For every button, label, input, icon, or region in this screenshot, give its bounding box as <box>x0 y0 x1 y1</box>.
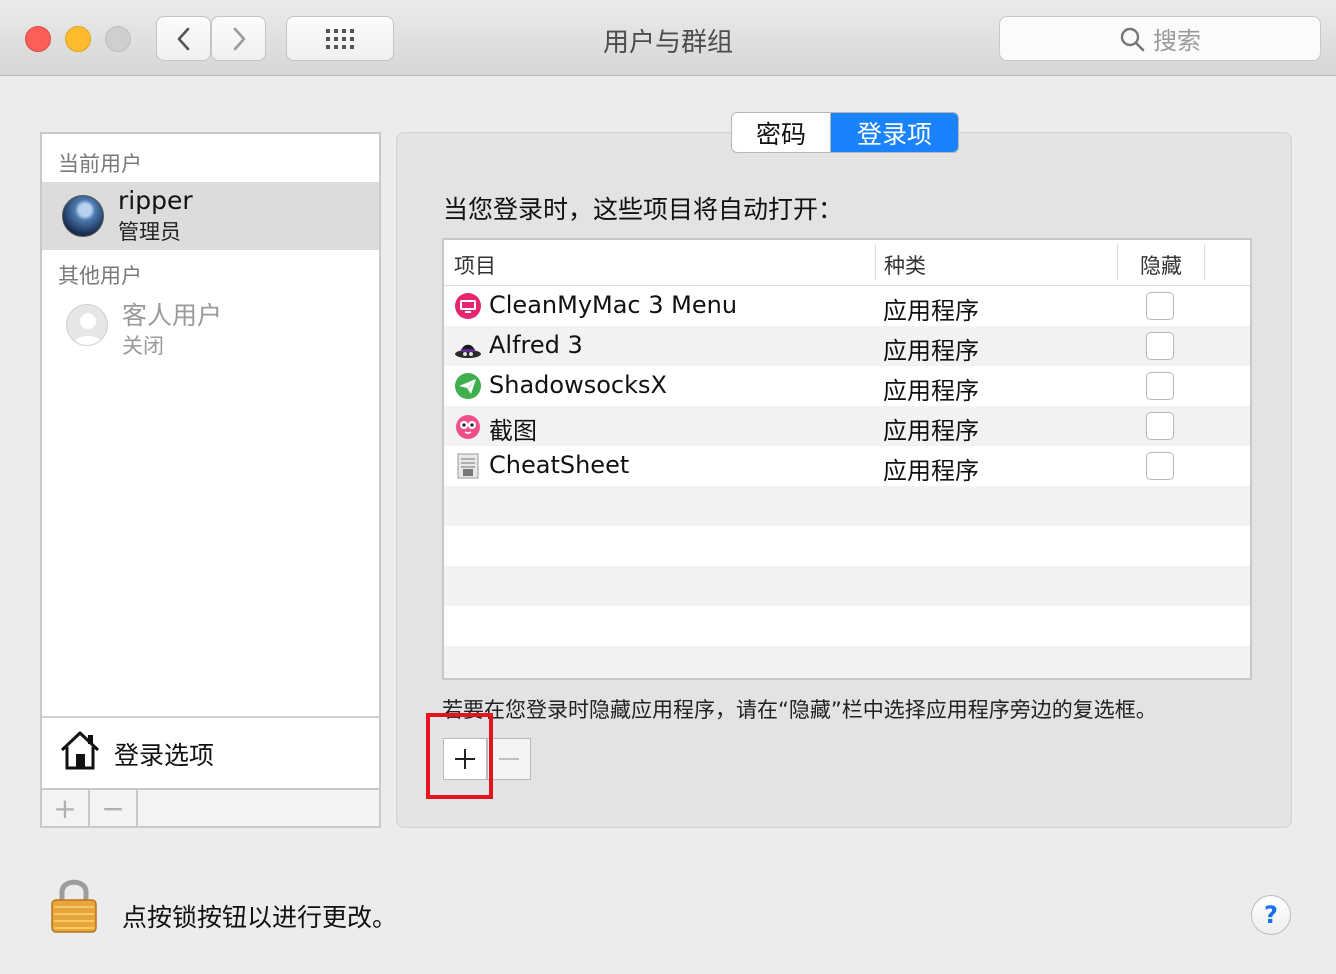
table-row[interactable]: 截图 应用程序 <box>444 406 1250 446</box>
column-divider <box>1117 244 1118 280</box>
empty-row <box>444 486 1250 526</box>
avatar <box>62 195 104 237</box>
table-row[interactable]: ShadowsocksX 应用程序 <box>444 366 1250 406</box>
shadowsocks-icon <box>455 373 481 399</box>
empty-row <box>444 646 1250 678</box>
column-divider <box>875 244 876 280</box>
other-users-heading: 其他用户 <box>58 264 142 288</box>
table-row[interactable]: Alfred 3 应用程序 <box>444 326 1250 366</box>
screenshot-icon <box>456 415 480 439</box>
hide-hint-text: 若要在您登录时隐藏应用程序，请在“隐藏”栏中选择应用程序旁边的复选框。 <box>442 698 1157 722</box>
cleanmymac-icon <box>455 293 481 319</box>
current-users-heading: 当前用户 <box>58 152 142 176</box>
app-name: ShadowsocksX <box>489 371 667 399</box>
table-header: 项目 种类 隐藏 <box>444 240 1250 286</box>
app-kind: 应用程序 <box>883 417 979 445</box>
cheatsheet-icon <box>457 453 479 479</box>
empty-row <box>444 606 1250 646</box>
column-kind[interactable]: 种类 <box>884 250 926 280</box>
column-item[interactable]: 项目 <box>454 250 496 280</box>
login-options-item[interactable]: 登录选项 <box>42 716 379 788</box>
login-options-label: 登录选项 <box>114 741 215 770</box>
app-name: CleanMyMac 3 Menu <box>489 291 738 319</box>
user-role: 管理员 <box>118 220 181 244</box>
minus-icon <box>499 758 519 760</box>
users-sidebar: 当前用户 ripper 管理员 其他用户 客人用户 关闭 登录选项 + − <box>40 132 381 828</box>
table-row[interactable]: CleanMyMac 3 Menu 应用程序 <box>444 286 1250 326</box>
login-items-table: 项目 种类 隐藏 CleanMyMac 3 Menu 应用程序 Alfred 3… <box>442 238 1252 680</box>
lock-instruction: 点按锁按钮以进行更改。 <box>122 903 398 932</box>
title-bar: 用户与群组 搜索 <box>0 0 1336 76</box>
help-button[interactable]: ? <box>1251 895 1291 935</box>
app-kind: 应用程序 <box>883 457 979 485</box>
guest-user-status: 关闭 <box>122 334 164 358</box>
annotation-highlight-box <box>426 713 493 799</box>
hide-checkbox[interactable] <box>1146 452 1174 480</box>
person-icon <box>73 313 103 345</box>
search-icon <box>1120 27 1145 51</box>
house-icon <box>60 731 100 770</box>
app-name: 截图 <box>489 417 537 445</box>
user-row-ripper[interactable]: ripper 管理员 <box>42 182 379 250</box>
column-hide[interactable]: 隐藏 <box>1140 250 1182 280</box>
alfred-icon <box>455 344 481 358</box>
table-row[interactable]: CheatSheet 应用程序 <box>444 446 1250 486</box>
hide-checkbox[interactable] <box>1146 332 1174 360</box>
search-placeholder: 搜索 <box>1153 27 1201 55</box>
app-name: Alfred 3 <box>489 331 583 359</box>
hide-checkbox[interactable] <box>1146 412 1174 440</box>
add-user-button[interactable]: + <box>42 790 90 828</box>
remove-login-item-button[interactable] <box>487 738 531 780</box>
app-kind: 应用程序 <box>883 337 979 365</box>
guest-user-name: 客人用户 <box>122 301 223 330</box>
guest-avatar <box>66 304 108 346</box>
sidebar-toolbar: + − <box>42 788 379 828</box>
app-kind: 应用程序 <box>883 377 979 405</box>
app-name: CheatSheet <box>489 451 630 479</box>
login-items-intro: 当您登录时，这些项目将自动打开： <box>443 195 844 224</box>
app-kind: 应用程序 <box>883 297 979 325</box>
search-field[interactable]: 搜索 <box>999 16 1321 61</box>
lock-icon[interactable] <box>50 876 98 934</box>
tab-login-items[interactable]: 登录项 <box>831 113 958 152</box>
user-name: ripper <box>118 186 193 215</box>
remove-user-button[interactable]: − <box>90 790 138 828</box>
hide-checkbox[interactable] <box>1146 292 1174 320</box>
tab-control: 密码 登录项 <box>731 112 959 153</box>
empty-row <box>444 526 1250 566</box>
hide-checkbox[interactable] <box>1146 372 1174 400</box>
column-divider <box>1204 244 1205 280</box>
empty-row <box>444 566 1250 606</box>
tab-password[interactable]: 密码 <box>732 113 831 152</box>
